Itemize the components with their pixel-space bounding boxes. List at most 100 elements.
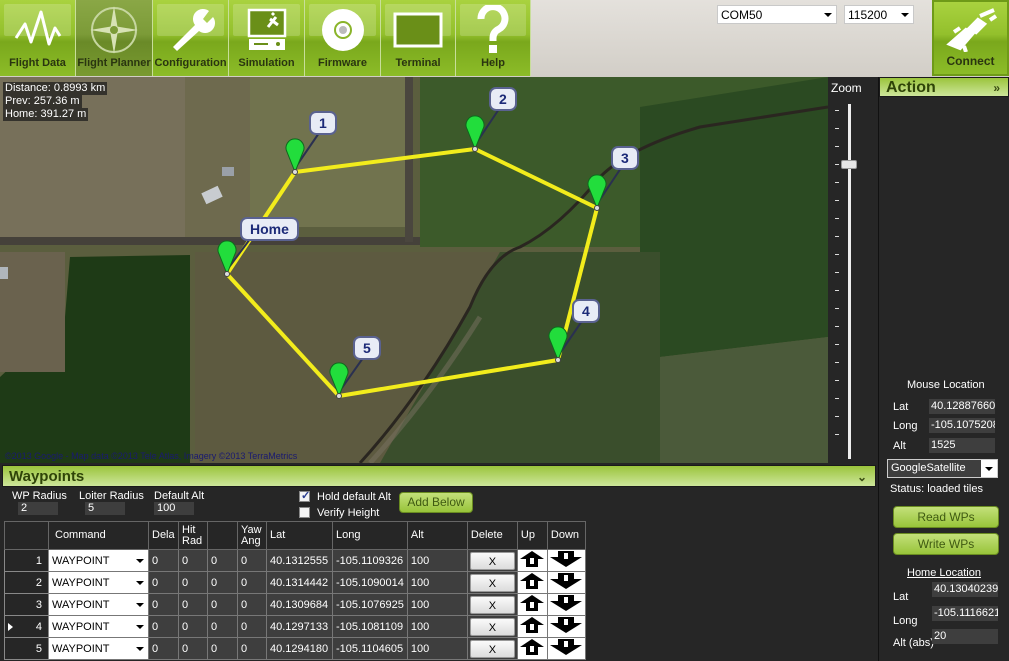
move-down-button[interactable] [546, 571, 586, 594]
simulation-button[interactable]: Simulation [229, 0, 305, 76]
long-cell[interactable]: -105.1104605 [332, 637, 408, 660]
waypoint-row[interactable]: 5 WAYPOINT 0 0 0 0 40.1294180 -105.1104605 100 X [4, 637, 586, 660]
yaw-ang-cell[interactable]: 0 [237, 571, 267, 594]
long-cell[interactable]: -105.1076925 [332, 593, 408, 616]
alt-cell[interactable]: 100 [406, 549, 468, 572]
home-marker-label[interactable]: Home [240, 217, 299, 241]
col-delete[interactable]: Delete [466, 521, 518, 550]
move-down-button[interactable] [546, 637, 586, 660]
delay-cell[interactable]: 0 [148, 615, 179, 638]
col-up[interactable]: Up [516, 521, 548, 550]
command-select[interactable]: WAYPOINT [48, 571, 149, 594]
long-cell[interactable]: -105.1109326 [332, 549, 408, 572]
lat-cell[interactable]: 40.1309684 [266, 593, 333, 616]
col-yaw-ang[interactable]: Yaw Ang [237, 521, 267, 550]
default-alt-field[interactable]: 100 [154, 502, 194, 515]
param3-cell[interactable]: 0 [207, 615, 238, 638]
param3-cell[interactable]: 0 [207, 637, 238, 660]
delete-button[interactable]: X [469, 551, 515, 570]
loiter-radius-field[interactable]: 5 [85, 502, 125, 515]
terminal-button[interactable]: Terminal [381, 0, 456, 76]
delay-cell[interactable]: 0 [148, 549, 179, 572]
waypoint-row[interactable]: 2 WAYPOINT 0 0 0 0 40.1314442 -105.1090014 100 X [4, 571, 586, 594]
long-cell[interactable]: -105.1081109 [332, 615, 408, 638]
lat-cell[interactable]: 40.1294180 [266, 637, 333, 660]
waypoint-marker-label[interactable]: 2 [489, 87, 517, 111]
row-header[interactable]: 3 [4, 593, 49, 616]
yaw-ang-cell[interactable]: 0 [237, 593, 267, 616]
configuration-button[interactable]: Configuration [153, 0, 229, 76]
add-below-button[interactable]: Add Below [399, 492, 473, 513]
move-up-button[interactable] [516, 593, 548, 616]
col-command[interactable]: Command [48, 521, 149, 550]
delay-cell[interactable]: 0 [148, 571, 179, 594]
map-view[interactable]: Home 1 2 3 4 5 Distance: 0.8993 km Prev: 257.… [0, 77, 828, 463]
move-up-button[interactable] [516, 615, 548, 638]
command-select[interactable]: WAYPOINT [48, 593, 149, 616]
col-param3[interactable] [207, 521, 238, 550]
delay-cell[interactable]: 0 [148, 593, 179, 616]
wp-radius-field[interactable]: 2 [18, 502, 58, 515]
col-delay[interactable]: Dela [148, 521, 179, 550]
lat-cell[interactable]: 40.1297133 [266, 615, 333, 638]
write-wps-button[interactable]: Write WPs [893, 533, 999, 555]
command-select[interactable]: WAYPOINT [48, 637, 149, 660]
waypoint-pin-icon[interactable] [217, 240, 237, 277]
flight-planner-button[interactable]: Flight Planner [76, 0, 153, 76]
move-down-button[interactable] [546, 593, 586, 616]
home-alt-field[interactable]: 20 [932, 629, 998, 644]
hit-rad-cell[interactable]: 0 [178, 571, 208, 594]
move-down-button[interactable] [546, 615, 586, 638]
move-up-button[interactable] [516, 637, 548, 660]
home-long-field[interactable]: -105.1116621 [932, 606, 998, 621]
waypoint-row[interactable]: 1 WAYPOINT 0 0 0 0 40.1312555 -105.1109326 100 X [4, 549, 586, 572]
port-select[interactable]: COM50 [717, 5, 837, 24]
alt-cell[interactable]: 100 [406, 637, 468, 660]
waypoint-row[interactable]: 4 WAYPOINT 0 0 0 0 40.1297133 -105.1081109 100 X [4, 615, 586, 638]
move-up-button[interactable] [516, 571, 548, 594]
yaw-ang-cell[interactable]: 0 [237, 637, 267, 660]
delete-button[interactable]: X [469, 639, 515, 658]
home-lat-field[interactable]: 40.13040239: [932, 582, 998, 597]
baud-select[interactable]: 115200 [844, 5, 914, 24]
lat-cell[interactable]: 40.1312555 [266, 549, 333, 572]
delete-button[interactable]: X [469, 617, 515, 636]
param3-cell[interactable]: 0 [207, 593, 238, 616]
row-header[interactable]: 5 [4, 637, 49, 660]
hold-default-alt-checkbox[interactable] [299, 489, 310, 502]
waypoint-marker-label[interactable]: 3 [611, 146, 639, 170]
flight-data-button[interactable]: Flight Data [0, 0, 76, 76]
col-hit-rad[interactable]: Hit Rad [178, 521, 208, 550]
row-header[interactable]: 4 [4, 615, 49, 638]
row-header[interactable]: 1 [4, 549, 49, 572]
param3-cell[interactable]: 0 [207, 571, 238, 594]
map-type-select[interactable]: GoogleSatellite [887, 459, 998, 478]
help-button[interactable]: Help [456, 0, 531, 76]
firmware-button[interactable]: Firmware [305, 0, 381, 76]
hit-rad-cell[interactable]: 0 [178, 593, 208, 616]
move-down-button[interactable] [546, 549, 586, 572]
hit-rad-cell[interactable]: 0 [178, 637, 208, 660]
waypoint-marker-label[interactable]: 4 [572, 299, 600, 323]
command-select[interactable]: WAYPOINT [48, 615, 149, 638]
alt-cell[interactable]: 100 [406, 593, 468, 616]
read-wps-button[interactable]: Read WPs [893, 506, 999, 528]
waypoint-pin-icon[interactable] [465, 115, 485, 152]
delete-button[interactable]: X [469, 573, 515, 592]
col-down[interactable]: Down [546, 521, 586, 550]
waypoint-pin-icon[interactable] [548, 326, 568, 363]
delay-cell[interactable]: 0 [148, 637, 179, 660]
collapse-icon[interactable]: ⌄ [857, 466, 867, 488]
row-header[interactable]: 2 [4, 571, 49, 594]
alt-cell[interactable]: 100 [406, 615, 468, 638]
verify-height-checkbox[interactable] [299, 507, 310, 518]
waypoint-pin-icon[interactable] [285, 138, 305, 175]
col-long[interactable]: Long [332, 521, 408, 550]
param3-cell[interactable]: 0 [207, 549, 238, 572]
zoom-slider-track[interactable] [848, 104, 851, 459]
long-cell[interactable]: -105.1090014 [332, 571, 408, 594]
hit-rad-cell[interactable]: 0 [178, 615, 208, 638]
move-up-button[interactable] [516, 549, 548, 572]
collapse-icon[interactable]: » [993, 78, 1000, 98]
lat-cell[interactable]: 40.1314442 [266, 571, 333, 594]
